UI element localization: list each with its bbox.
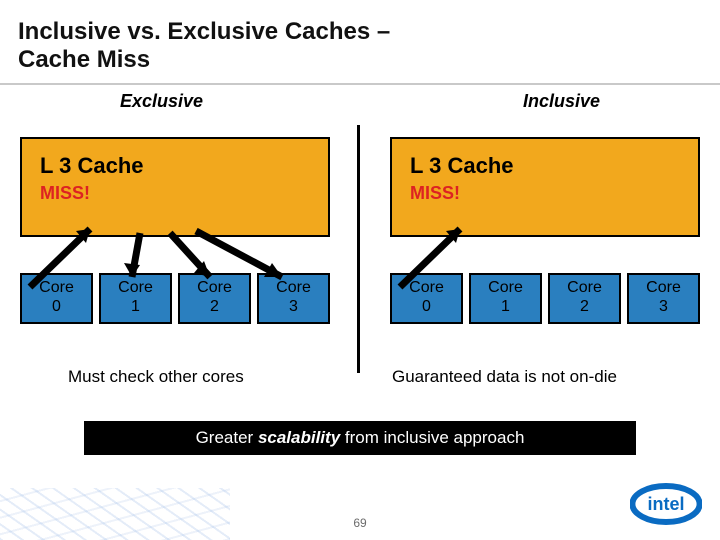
core-label: Core0: [409, 279, 444, 314]
core-label: Core3: [646, 279, 681, 314]
core-label: Core2: [197, 279, 232, 314]
miss-label: MISS!: [410, 183, 682, 204]
vertical-separator: [357, 125, 360, 373]
core-row: Core0 Core1 Core2 Core3: [390, 273, 700, 324]
core-0: Core0: [20, 273, 93, 324]
l3-cache-exclusive: L 3 Cache MISS!: [20, 137, 330, 237]
core-label: Core3: [276, 279, 311, 314]
core-1: Core1: [99, 273, 172, 324]
slide-title: Inclusive vs. Exclusive Caches – Cache M…: [0, 0, 720, 77]
core-3: Core3: [627, 273, 700, 324]
banner-text-pre: Greater: [196, 428, 258, 447]
title-line-1: Inclusive vs. Exclusive Caches –: [18, 18, 390, 45]
core-label: Core1: [118, 279, 153, 314]
intel-logo-icon: intel: [630, 482, 702, 526]
title-line-2: Cache Miss: [18, 46, 150, 73]
core-0: Core0: [390, 273, 463, 324]
l3-cache-inclusive: L 3 Cache MISS!: [390, 137, 700, 237]
decorative-circuit-pattern: [0, 488, 230, 540]
arrow-down-icon: [124, 233, 140, 277]
exclusive-pane: L 3 Cache MISS! Core0: [20, 137, 330, 355]
page-number: 69: [353, 516, 366, 530]
core-2: Core2: [178, 273, 251, 324]
column-header-exclusive: Exclusive: [120, 91, 203, 112]
core-label: Core1: [488, 279, 523, 314]
core-3: Core3: [257, 273, 330, 324]
arrow-down-icon: [170, 233, 210, 277]
arrow-down-icon: [196, 231, 282, 277]
core-row: Core0 Core1 Core2 Core3: [20, 273, 330, 324]
core-label: Core0: [39, 279, 74, 314]
core-2: Core2: [548, 273, 621, 324]
column-header-inclusive: Inclusive: [523, 91, 600, 112]
core-1: Core1: [469, 273, 542, 324]
diagram-stage: Exclusive Inclusive L 3 Cache MISS!: [0, 85, 720, 385]
summary-banner: Greater scalability from inclusive appro…: [84, 421, 636, 455]
miss-label: MISS!: [40, 183, 312, 204]
l3-label: L 3 Cache: [40, 153, 312, 179]
l3-label: L 3 Cache: [410, 153, 682, 179]
inclusive-pane: L 3 Cache MISS! Core0 Core1 Core2 Core3: [390, 137, 700, 355]
caption-inclusive: Guaranteed data is not on-die: [392, 367, 617, 387]
banner-text-post: from inclusive approach: [340, 428, 524, 447]
logo-text: intel: [647, 494, 684, 514]
core-label: Core2: [567, 279, 602, 314]
banner-emphasis: scalability: [258, 428, 340, 447]
caption-exclusive: Must check other cores: [68, 367, 244, 387]
